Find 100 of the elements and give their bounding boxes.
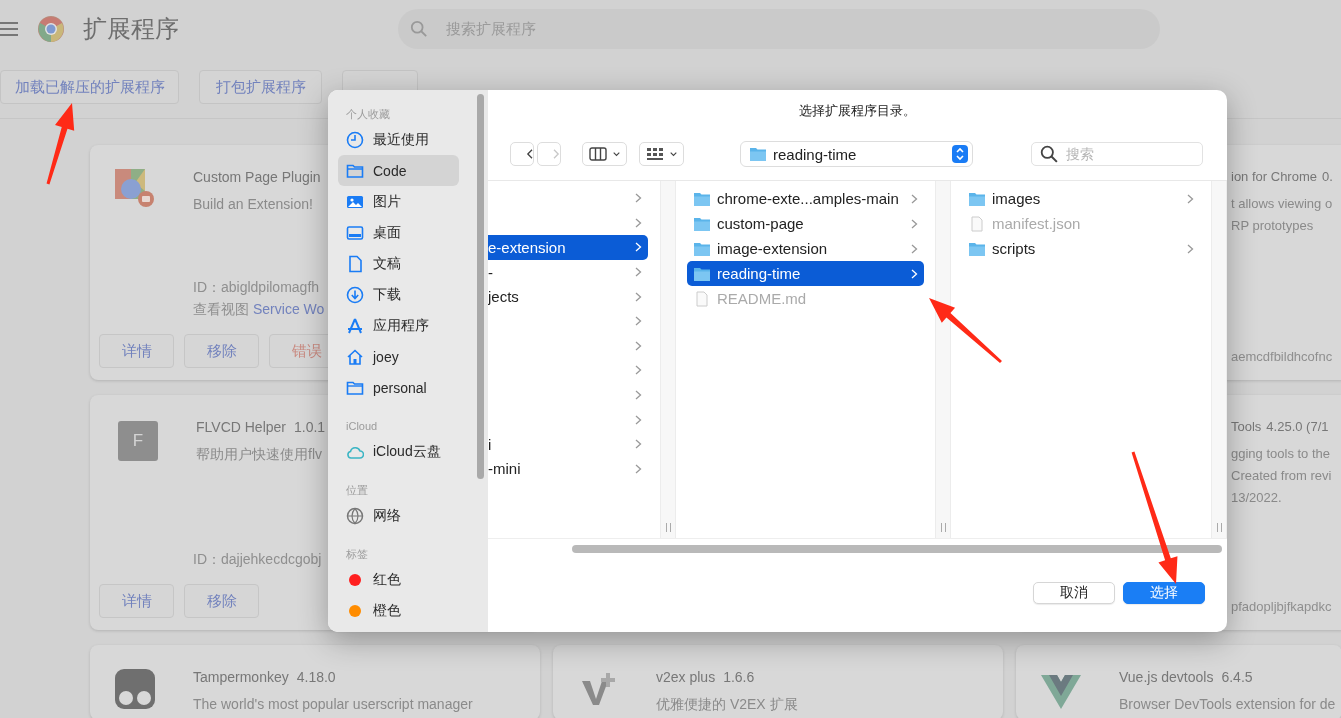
folder-icon [693, 265, 711, 282]
item-label: 橙色 [373, 601, 401, 620]
extension-title: Tampermonkey [193, 669, 289, 685]
dialog-title: 选择扩展程序目录。 [798, 102, 917, 120]
sidebar-item[interactable]: 网络 [338, 500, 459, 531]
letter-icon: F [118, 421, 158, 461]
item-label: 最近使用 [373, 130, 429, 149]
extension-description: 帮助用户快速使用flv [196, 445, 323, 464]
search-icon [1040, 145, 1058, 163]
folder-row[interactable]: - [488, 259, 648, 285]
sidebar-item[interactable]: 最近使用 [338, 124, 459, 155]
desktop-icon [346, 223, 364, 242]
folder-row[interactable]: i [488, 431, 648, 457]
extension-id: ID：dajjehkecdcgobj [193, 550, 322, 569]
scrollbar[interactable] [572, 544, 1222, 553]
sidebar-item[interactable]: 下载 [338, 279, 459, 310]
item-label: 应用程序 [373, 316, 429, 335]
extension-description: The world's most popular userscript manager [193, 695, 473, 714]
chevron-left-icon [526, 149, 533, 159]
scrollbar[interactable] [477, 94, 484, 479]
item-label: 文稿 [373, 254, 401, 273]
folder-row[interactable]: image-extension [687, 236, 924, 261]
folder-row[interactable]: images [962, 186, 1200, 211]
group-button[interactable] [639, 142, 684, 166]
version-text: 0. [1322, 169, 1333, 184]
item-label: 图片 [373, 192, 401, 211]
sidebar-item[interactable]: 图片 [338, 186, 459, 217]
extension-id: ID：abigldpilomagfh [193, 278, 320, 297]
download-icon [346, 285, 364, 304]
sidebar-item[interactable]: personal [338, 372, 459, 403]
extension-title: Vue.js devtools [1119, 669, 1214, 685]
sidebar-item[interactable]: 红色 [338, 564, 459, 595]
folder-row[interactable]: chrome-exte...amples-main [687, 186, 924, 211]
clock-icon [346, 130, 364, 149]
resize-handle[interactable] [1216, 523, 1222, 532]
extension-description: t allows viewing o [1231, 195, 1333, 213]
globe-icon [346, 506, 364, 525]
document-icon [346, 254, 364, 273]
folder-icon [968, 190, 986, 207]
folder-icon [749, 146, 767, 162]
folder-icon [693, 215, 711, 232]
item-label: joey [373, 348, 399, 365]
file-icon [968, 215, 986, 232]
extension-title: Tools [1231, 419, 1262, 434]
folder-row[interactable]: jects [488, 284, 648, 309]
folder-row[interactable]: scripts [962, 236, 1200, 261]
item-label: 下载 [373, 285, 401, 304]
folder-row[interactable]: custom-page [687, 211, 924, 236]
extension-title: v2ex plus [656, 669, 716, 685]
sidebar-item[interactable]: 文稿 [338, 248, 459, 279]
column-view-button[interactable] [582, 142, 627, 166]
version-text: 1.0.1 [294, 419, 326, 435]
page-title: 扩展程序 [83, 13, 180, 44]
version-text: 1.6.6 [723, 669, 755, 685]
item-label: 红色 [373, 570, 401, 589]
menu-icon[interactable] [0, 21, 18, 36]
extension-description: RP prototypes [1231, 217, 1315, 235]
extension-title: FLVCD Helper [196, 419, 286, 435]
extension-description: gging tools to the [1231, 445, 1332, 463]
search-field[interactable]: 搜索 [1031, 142, 1203, 166]
sidebar-item[interactable]: 橙色 [338, 595, 459, 626]
stepper-icon [952, 145, 968, 163]
resize-handle[interactable] [665, 523, 671, 532]
folder-icon [968, 240, 986, 257]
logo-icon [38, 15, 64, 42]
folder-row[interactable]: reading-time [687, 261, 924, 286]
columns-icon [589, 145, 607, 163]
sidebar-item[interactable]: 桌面 [338, 217, 459, 248]
apps-icon [346, 316, 364, 335]
section-heading: 位置 [345, 482, 369, 498]
section-heading: 标签 [345, 546, 369, 562]
extension-id: pfadopljbjfkapdkc [1231, 598, 1332, 616]
two-circles-icon [115, 669, 155, 709]
folder-icon [693, 190, 711, 207]
extension-title: Custom Page Plugin [193, 169, 321, 185]
path-dropdown[interactable]: reading-time [740, 141, 973, 167]
sidebar-item[interactable]: iCloud云盘 [338, 436, 459, 467]
caret-icon [670, 149, 677, 159]
chevron-right-icon [553, 149, 560, 159]
choose-button[interactable]: 选择 [1123, 582, 1205, 604]
section-heading: iCloud [345, 419, 379, 434]
sidebar-item[interactable]: Code [338, 155, 459, 186]
item-label: personal [373, 379, 427, 396]
extension-description: Created from revi [1231, 467, 1332, 485]
extension-description: Build an Extension! [193, 195, 314, 214]
folder-icon [693, 240, 711, 257]
home-icon [346, 347, 364, 366]
file-icon [693, 290, 711, 307]
item-label: iCloud云盘 [373, 442, 441, 461]
back-button[interactable] [510, 142, 534, 166]
view-label: 查看视图 [193, 300, 249, 319]
cancel-button[interactable]: 取消 [1033, 582, 1115, 604]
extension-title: ion for Chrome [1231, 169, 1317, 184]
grid-icon [646, 145, 664, 163]
folder-row[interactable]: -mini [488, 456, 648, 482]
version-text: 4.25.0 (7/1 [1266, 419, 1329, 434]
resize-handle[interactable] [940, 523, 946, 532]
folder-row[interactable]: e-extension [488, 235, 648, 260]
version-text: 4.18.0 [296, 669, 336, 685]
item-label: 网络 [373, 506, 401, 525]
